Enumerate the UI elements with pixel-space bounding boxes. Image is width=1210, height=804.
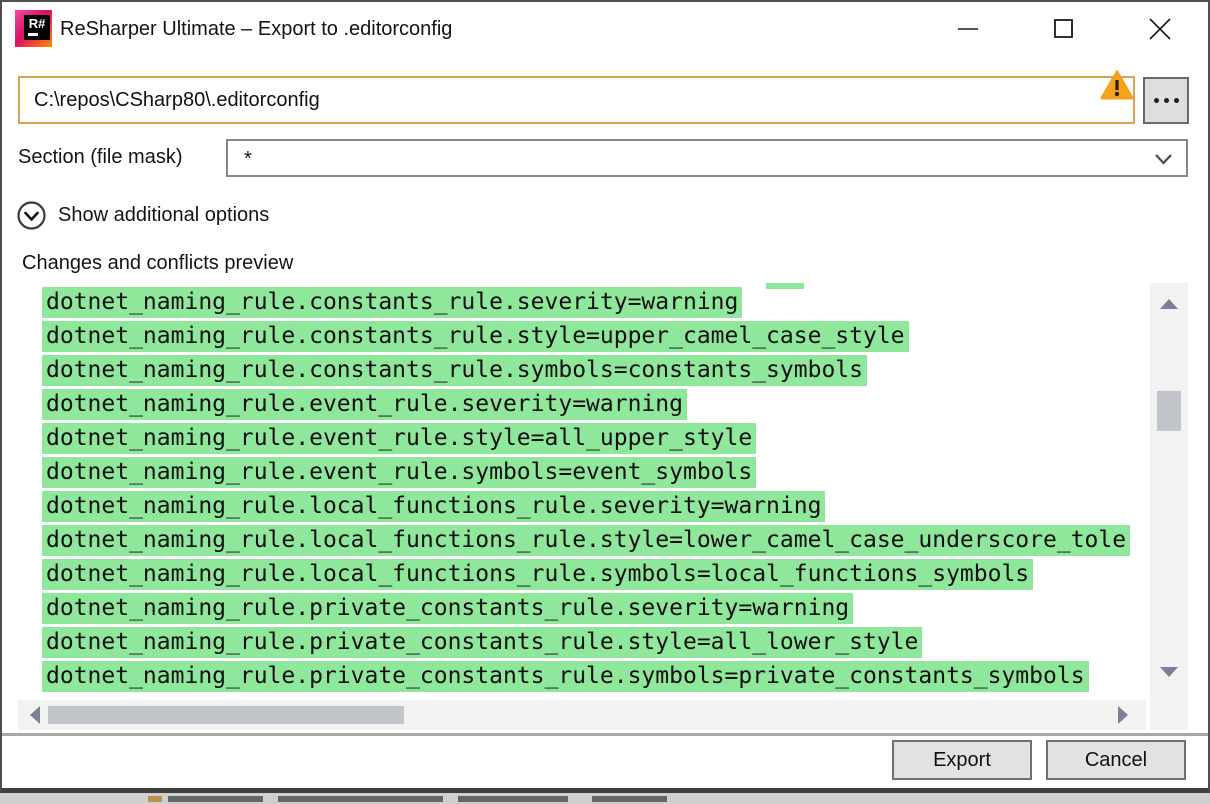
file-path-input[interactable] xyxy=(18,76,1135,124)
preview-line-text: dotnet_naming_rule.constants_rule.style=… xyxy=(42,321,909,352)
vertical-scrollbar[interactable] xyxy=(1150,283,1188,730)
chevron-down-icon xyxy=(1155,154,1172,165)
preview-line: dotnet_naming_rule.local_functions_rule.… xyxy=(42,491,1130,525)
scroll-left-arrow-icon[interactable] xyxy=(30,706,40,724)
preview-line: dotnet_naming_rule.event_rule.severity=w… xyxy=(42,389,1130,423)
preview-line: dotnet_naming_rule.event_rule.symbols=ev… xyxy=(42,457,1130,491)
resharper-logo-text: R# xyxy=(24,16,50,31)
ellipsis-icon xyxy=(1164,98,1169,103)
show-additional-options-label: Show additional options xyxy=(58,204,269,227)
section-combobox[interactable]: * xyxy=(226,139,1188,177)
window-title: ReSharper Ultimate – Export to .editorco… xyxy=(60,18,452,41)
preview-line-text: dotnet_naming_rule.constants_rule.symbol… xyxy=(42,355,867,386)
background-artifact xyxy=(592,796,667,802)
background-artifact xyxy=(278,796,443,802)
export-button[interactable]: Export xyxy=(892,740,1032,780)
preview-line: dotnet_naming_rule.local_functions_rule.… xyxy=(42,525,1130,559)
preview-line: dotnet_naming_rule.constants_rule.style=… xyxy=(42,321,1130,355)
preview-line-text: dotnet_naming_rule.local_functions_rule.… xyxy=(42,559,1033,590)
preview-line-text: dotnet_naming_rule.local_functions_rule.… xyxy=(42,525,1130,556)
preview-line: dotnet_naming_rule.private_constants_rul… xyxy=(42,627,1130,661)
scroll-up-arrow-icon[interactable] xyxy=(1160,299,1178,309)
show-additional-options-toggle[interactable]: Show additional options xyxy=(16,199,269,231)
preview-line-text: dotnet_naming_rule.event_rule.severity=w… xyxy=(42,389,687,420)
resharper-logo-box: R# xyxy=(24,15,50,40)
maximize-icon xyxy=(1053,18,1075,40)
close-icon xyxy=(1149,18,1171,40)
changes-preview-pane[interactable]: dotnet_naming_rule.constants_rule.severi… xyxy=(18,283,1150,697)
screenshot-root: R# ReSharper Ultimate – Export to .edito… xyxy=(0,0,1210,804)
ellipsis-icon xyxy=(1154,98,1159,103)
background-window-strip xyxy=(0,793,1210,804)
preview-line: dotnet_naming_rule.local_functions_rule.… xyxy=(42,559,1130,593)
ellipsis-icon xyxy=(1174,98,1179,103)
resharper-logo-icon: R# xyxy=(15,10,52,47)
horizontal-scrollbar[interactable] xyxy=(18,700,1146,730)
section-combobox-value: * xyxy=(244,144,252,174)
preview-line: dotnet_naming_rule.private_constants_rul… xyxy=(42,661,1130,695)
maximize-button[interactable] xyxy=(1016,2,1112,56)
close-button[interactable] xyxy=(1112,2,1208,56)
preview-line-text: dotnet_naming_rule.private_constants_rul… xyxy=(42,627,922,658)
background-artifact xyxy=(148,796,162,802)
preview-line-text: dotnet_naming_rule.constants_rule.severi… xyxy=(42,287,742,318)
horizontal-scrollbar-thumb[interactable] xyxy=(48,706,404,724)
preview-line: dotnet_naming_rule.private_constants_rul… xyxy=(42,593,1130,627)
browse-button[interactable] xyxy=(1143,77,1189,124)
preview-line-text: dotnet_naming_rule.local_functions_rule.… xyxy=(42,491,825,522)
vertical-scrollbar-thumb[interactable] xyxy=(1157,391,1181,431)
preview-line: dotnet_naming_rule.constants_rule.symbol… xyxy=(42,355,1130,389)
scroll-down-arrow-icon[interactable] xyxy=(1160,667,1178,677)
title-bar[interactable]: R# ReSharper Ultimate – Export to .edito… xyxy=(2,2,1208,56)
warning-icon xyxy=(1100,70,1134,101)
background-artifact xyxy=(168,796,263,802)
preview-lines: dotnet_naming_rule.constants_rule.severi… xyxy=(42,287,1130,695)
resharper-logo-underscore xyxy=(28,33,38,36)
window-controls xyxy=(920,2,1208,56)
preview-line-text: dotnet_naming_rule.private_constants_rul… xyxy=(42,593,853,624)
preview-line-text: dotnet_naming_rule.event_rule.symbols=ev… xyxy=(42,457,756,488)
preview-line: dotnet_naming_rule.constants_rule.severi… xyxy=(42,287,1130,321)
preview-line-text: dotnet_naming_rule.private_constants_rul… xyxy=(42,661,1089,692)
minimize-button[interactable] xyxy=(920,2,1016,56)
preview-line-text: dotnet_naming_rule.event_rule.style=all_… xyxy=(42,423,756,454)
preview-line: dotnet_naming_rule.event_rule.style=all_… xyxy=(42,423,1130,457)
background-artifact xyxy=(458,796,568,802)
footer-separator xyxy=(2,733,1208,736)
preview-section-label: Changes and conflicts preview xyxy=(22,252,293,275)
scroll-right-arrow-icon[interactable] xyxy=(1118,706,1128,724)
minimize-icon xyxy=(957,18,979,40)
cancel-button[interactable]: Cancel xyxy=(1046,740,1186,780)
section-file-mask-label: Section (file mask) xyxy=(18,146,183,169)
chevron-down-circle-icon xyxy=(16,200,47,231)
